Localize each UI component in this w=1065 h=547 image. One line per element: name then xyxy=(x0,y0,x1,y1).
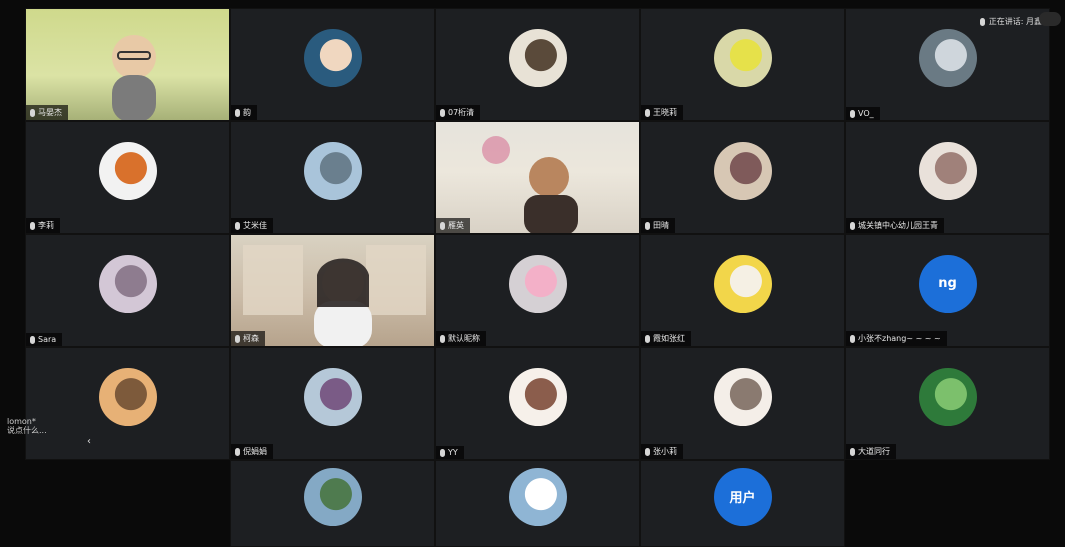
participant-nametag: 城关镇中心幼儿园王青 xyxy=(846,218,944,233)
participant-nametag: 倪娟娟 xyxy=(231,444,273,459)
mic-icon xyxy=(235,108,240,117)
avatar xyxy=(918,367,977,426)
participant-nametag: 张小莉 xyxy=(641,444,683,459)
participant-tile[interactable]: Sara xyxy=(25,234,230,347)
video-feed xyxy=(231,235,434,346)
participant-tile[interactable]: 用户 xyxy=(640,460,845,547)
mic-icon xyxy=(235,334,240,343)
participant-nametag: Sara xyxy=(26,333,63,346)
mic-icon xyxy=(850,334,855,343)
mic-icon xyxy=(440,108,445,117)
participant-nametag: 小张不zhang~ ~ ~ ~ xyxy=(846,331,947,346)
avatar xyxy=(713,141,772,200)
participant-nametag: VO_ xyxy=(846,107,880,120)
mic-icon xyxy=(645,221,650,230)
avatar xyxy=(303,28,362,87)
mic-icon xyxy=(235,221,240,230)
mic-icon xyxy=(645,447,650,456)
participant-tile[interactable]: 柯森 xyxy=(230,234,435,347)
mic-icon xyxy=(30,221,35,230)
participant-tile[interactable]: 张小莉 xyxy=(640,347,845,460)
participant-nametag: 王晓莉 xyxy=(641,105,683,120)
participant-nametag: 大道同行 xyxy=(846,444,896,459)
speaking-indicator: 正在讲话: 月鑫 xyxy=(979,16,1042,27)
participant-nametag: 默认昵称 xyxy=(436,331,486,346)
mic-icon xyxy=(30,335,35,344)
avatar xyxy=(918,141,977,200)
avatar xyxy=(713,254,772,313)
avatar-initials: 用户 xyxy=(713,467,772,526)
mic-icon xyxy=(979,17,985,26)
participant-tile[interactable]: 倪娟娟 xyxy=(230,347,435,460)
participant-nametag: YY xyxy=(436,446,464,459)
mic-icon xyxy=(645,108,650,117)
avatar xyxy=(508,367,567,426)
participant-nametag: 田晴 xyxy=(641,218,675,233)
participant-tile[interactable]: 马晏杰 xyxy=(25,8,230,121)
participant-grid: 马晏杰 韵 07桁清 王晓莉 VO_ 李莉 艾米佳 雁英 田晴 城关镇中心幼儿园王青 Sara 柯… xyxy=(25,8,1050,547)
mic-icon xyxy=(850,221,855,230)
avatar xyxy=(713,28,772,87)
participant-tile[interactable]: 王晓莉 xyxy=(640,8,845,121)
mic-icon xyxy=(235,447,240,456)
avatar xyxy=(98,254,157,313)
participant-tile[interactable] xyxy=(230,460,435,547)
avatar xyxy=(713,367,772,426)
chat-preview[interactable]: lomon* 说点什么... xyxy=(7,417,47,435)
avatar xyxy=(918,28,977,87)
participant-nametag: 柯森 xyxy=(231,331,265,346)
participant-tile[interactable]: 李莉 xyxy=(25,121,230,234)
avatar xyxy=(303,467,362,526)
participant-nametag: 07桁清 xyxy=(436,105,481,120)
mic-icon xyxy=(645,334,650,343)
avatar xyxy=(98,141,157,200)
participant-tile[interactable]: 艾米佳 xyxy=(230,121,435,234)
participant-nametag: 雁英 xyxy=(436,218,470,233)
participant-nametag: 韵 xyxy=(231,105,257,120)
mic-icon xyxy=(30,108,35,117)
participant-tile[interactable]: 雁英 xyxy=(435,121,640,234)
participant-tile[interactable]: ng 小张不zhang~ ~ ~ ~ xyxy=(845,234,1050,347)
mic-icon xyxy=(440,334,445,343)
participant-nametag: 李莉 xyxy=(26,218,60,233)
participant-tile[interactable]: YY xyxy=(435,347,640,460)
participant-tile[interactable] xyxy=(25,347,230,460)
video-feed xyxy=(436,122,639,233)
avatar xyxy=(98,367,157,426)
panel-corner xyxy=(1039,12,1061,26)
chevron-left-icon[interactable]: ‹ xyxy=(83,435,95,447)
participant-tile[interactable]: 大道同行 xyxy=(845,347,1050,460)
participant-tile[interactable]: 默认昵称 xyxy=(435,234,640,347)
avatar-initials: ng xyxy=(918,254,977,313)
avatar xyxy=(303,141,362,200)
participant-nametag: 霞如张红 xyxy=(641,331,691,346)
empty-tile xyxy=(845,460,1050,547)
participant-tile[interactable] xyxy=(435,460,640,547)
avatar xyxy=(508,467,567,526)
participant-tile[interactable]: 田晴 xyxy=(640,121,845,234)
mic-icon xyxy=(440,448,445,457)
participant-tile[interactable]: 07桁清 xyxy=(435,8,640,121)
avatar xyxy=(303,367,362,426)
mic-icon xyxy=(440,221,445,230)
participant-nametag: 马晏杰 xyxy=(26,105,68,120)
participant-tile[interactable]: 城关镇中心幼儿园王青 xyxy=(845,121,1050,234)
mic-icon xyxy=(850,447,855,456)
empty-tile xyxy=(25,460,230,547)
video-feed xyxy=(26,9,229,120)
mic-icon xyxy=(850,109,855,118)
avatar xyxy=(508,254,567,313)
meeting-stage: 马晏杰 韵 07桁清 王晓莉 VO_ 李莉 艾米佳 雁英 田晴 城关镇中心幼儿园王青 Sara 柯… xyxy=(7,8,1050,547)
participant-tile[interactable]: 韵 xyxy=(230,8,435,121)
avatar xyxy=(508,28,567,87)
participant-tile[interactable]: 霞如张红 xyxy=(640,234,845,347)
participant-nametag: 艾米佳 xyxy=(231,218,273,233)
